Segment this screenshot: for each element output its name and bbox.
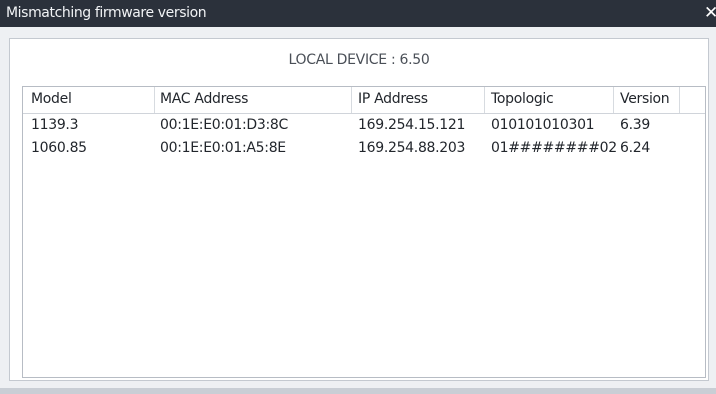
column-divider[interactable] (154, 87, 155, 113)
table-header: Model MAC Address IP Address Topologic V… (23, 87, 705, 114)
cell-mac-address: 00:1E:E0:01:A5:8E (160, 140, 286, 156)
column-divider[interactable] (484, 87, 485, 113)
cell-topologic: 010101010301 (491, 117, 595, 133)
cell-topologic: 01########02 (491, 140, 617, 156)
cell-ip-address: 169.254.15.121 (358, 117, 466, 133)
content-panel: LOCAL DEVICE : 6.50 Model MAC Address IP… (9, 38, 709, 381)
bottom-edge (0, 388, 716, 394)
firmware-mismatch-dialog: Mismatching firmware version ✕ LOCAL DEV… (0, 0, 716, 394)
column-divider[interactable] (679, 87, 680, 113)
cell-mac-address: 00:1E:E0:01:D3:8C (160, 117, 288, 133)
column-header-topologic[interactable]: Topologic (491, 91, 554, 107)
cell-version: 6.24 (620, 140, 650, 156)
cell-version: 6.39 (620, 117, 650, 133)
local-device-version: LOCAL DEVICE : 6.50 (288, 52, 430, 68)
cell-ip-address: 169.254.88.203 (358, 140, 466, 156)
dialog-title: Mismatching firmware version (6, 5, 207, 21)
table-row[interactable]: 1139.3 00:1E:E0:01:D3:8C 169.254.15.121 … (23, 117, 705, 139)
column-divider[interactable] (613, 87, 614, 113)
close-icon[interactable]: ✕ (704, 2, 716, 24)
device-table: Model MAC Address IP Address Topologic V… (22, 86, 706, 378)
column-header-version[interactable]: Version (620, 91, 670, 107)
table-row[interactable]: 1060.85 00:1E:E0:01:A5:8E 169.254.88.203… (23, 140, 705, 162)
cell-model: 1139.3 (31, 117, 79, 133)
column-header-model[interactable]: Model (31, 91, 72, 107)
column-header-mac-address[interactable]: MAC Address (160, 91, 248, 107)
title-bar[interactable]: Mismatching firmware version ✕ (0, 0, 716, 27)
column-header-ip-address[interactable]: IP Address (358, 91, 428, 107)
column-divider[interactable] (351, 87, 352, 113)
cell-model: 1060.85 (31, 140, 87, 156)
